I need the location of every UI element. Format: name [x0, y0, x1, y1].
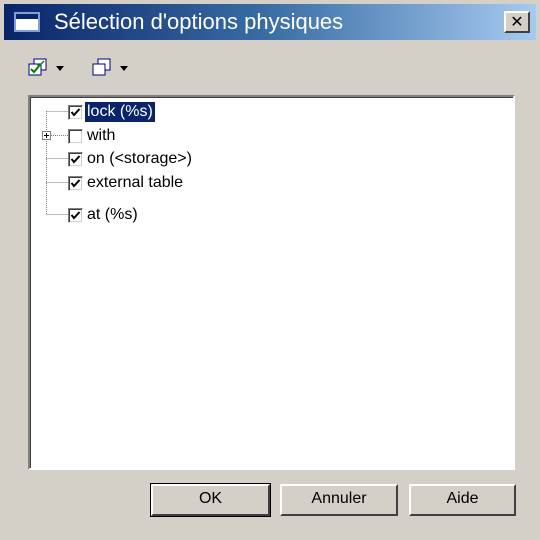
deselect-all-dropdown-button[interactable] — [92, 56, 136, 80]
window-icon — [14, 12, 40, 32]
select-all-icon — [28, 58, 47, 76]
chevron-down-icon — [56, 66, 64, 71]
tree-item-with[interactable]: with — [68, 125, 117, 147]
checkbox-external-table[interactable] — [68, 175, 83, 191]
select-all-dropdown-button[interactable] — [28, 56, 72, 80]
checkbox-on-storage[interactable] — [68, 151, 83, 167]
checkbox-with[interactable] — [68, 128, 83, 144]
expand-icon[interactable] — [42, 131, 51, 140]
tree-item-label: on (<storage>) — [87, 150, 192, 167]
tree-item-label: lock (%s) — [84, 101, 156, 123]
tree-item-label: with — [87, 127, 116, 144]
tree-item-at[interactable]: at (%s) — [68, 204, 140, 226]
title-bar[interactable]: Sélection d'options physiques ✕ — [4, 4, 536, 40]
tree-connector-lines — [46, 111, 68, 215]
checkmark-icon — [70, 210, 81, 220]
close-icon: ✕ — [510, 12, 524, 31]
checkbox-at[interactable] — [68, 207, 83, 223]
ok-button[interactable]: OK — [150, 483, 271, 517]
tree-item-on-storage[interactable]: on (<storage>) — [68, 148, 194, 170]
options-tree[interactable]: lock (%s) with on (<storage>) external t… — [28, 95, 515, 470]
checkmark-icon — [70, 178, 81, 188]
close-button[interactable]: ✕ — [504, 11, 530, 33]
cancel-button[interactable]: Annuler — [280, 484, 398, 516]
deselect-all-icon — [92, 58, 111, 76]
checkbox-lock[interactable] — [68, 104, 83, 120]
tree-item-label: at (%s) — [87, 206, 138, 223]
chevron-down-icon — [120, 66, 128, 71]
tree-item-lock[interactable]: lock (%s) — [68, 101, 156, 123]
checkmark-icon — [70, 107, 81, 117]
dialog-window: Sélection d'options physiques ✕ lock (%s… — [0, 0, 540, 540]
tree-item-external-table[interactable]: external table — [68, 172, 185, 194]
checkmark-icon — [70, 154, 81, 164]
tree-item-label: external table — [87, 174, 184, 191]
help-button[interactable]: Aide — [409, 484, 516, 516]
window-title: Sélection d'options physiques — [54, 9, 344, 34]
